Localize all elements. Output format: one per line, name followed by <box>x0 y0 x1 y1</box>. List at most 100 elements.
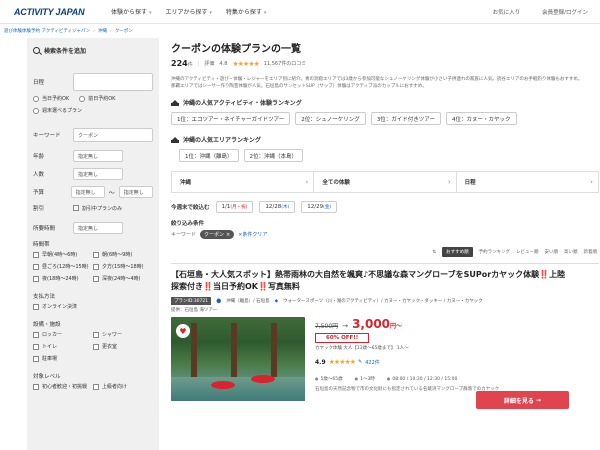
discount-checkbox[interactable]: 割引中プランのみ <box>73 205 122 212</box>
crown-icon <box>171 136 179 143</box>
ranking-item[interactable]: 2位：シュノーケリング <box>295 112 366 125</box>
login-link[interactable]: 会員登録/ログイン <box>542 8 588 16</box>
close-icon[interactable]: × <box>226 232 230 238</box>
rating-value: 4.8 <box>219 60 228 67</box>
time-label: 時間帯 <box>33 242 50 248</box>
keyword-input[interactable]: クーポン <box>73 128 153 142</box>
age-select[interactable]: 指定無し <box>73 150 123 162</box>
toilet-checkbox[interactable]: トイレ <box>33 343 93 350</box>
plan-card: 【石垣島・大人気スポット】熱帯雨林の大自然を颯爽♪不思議な森マングローブをSUP… <box>171 263 599 401</box>
changing-room-checkbox[interactable]: 更衣室 <box>93 343 153 350</box>
breadcrumb-separator: › <box>109 28 112 34</box>
weekend-radio[interactable]: 週末選べるプラン <box>33 107 153 114</box>
people-select[interactable]: 指定無し <box>73 168 123 180</box>
weekend-filter: 今週末で絞込む 1/1 (月・祝) 12/28 (木) 12/29 (金) <box>171 201 599 213</box>
main-content: クーポンの体験プランの一覧 224件 | 評価 4.8 ★★★★★ 11,567… <box>159 38 599 450</box>
chevron-right-icon: › <box>305 178 309 186</box>
plan-category[interactable]: ウォータースポーツ（川・湖のアクティビティ）/ カヌー・カヤック・ダッキー / … <box>283 298 483 304</box>
area-description: 沖縄のアクティビティ・遊び・体験・レジャーをエリア別に紹介。青の洞窟エリアでは3… <box>171 77 583 89</box>
price-unit: カヤック体験 大人【13歳〜65歳まで】 1人〜 <box>315 346 409 351</box>
area-ranking-title: 沖縄の人気エリアランキング <box>171 135 599 144</box>
result-count: 224 <box>171 59 188 68</box>
budget-max-select[interactable]: 指定無し <box>118 186 153 198</box>
sort-expensive[interactable]: 高い順 <box>564 249 578 255</box>
chevron-down-icon: ▾ <box>148 10 152 16</box>
nav-by-experience[interactable]: 体験から探す ▾ <box>111 7 151 16</box>
filter-sidebar: 検索条件を追加 日程 当日予約OK 前日予約OK 週末選べるプラン キーワード … <box>27 38 159 450</box>
sort-ranking[interactable]: 予約ランキング <box>479 249 510 255</box>
clear-filters-link[interactable]: ×条件クリア <box>238 231 267 238</box>
area-selector[interactable]: 沖縄 › <box>172 172 315 192</box>
people-filter: 人数 指定無し <box>33 168 153 180</box>
favorites-link[interactable]: お気に入り <box>493 8 521 16</box>
ranking-item[interactable]: 1位：エコツアー・ネイチャーガイドツアー <box>171 112 291 125</box>
time-latenight-checkbox[interactable]: 深夜(24時〜4時) <box>93 275 153 282</box>
date-chip-dec29[interactable]: 12/29 (金) <box>301 201 338 213</box>
ranking-item[interactable]: 4位：カヌー・カヤック <box>445 112 517 125</box>
plan-body: ♥ 7,500円 → 3,000円〜 60% OFF!! カヤック体験 大人【1… <box>171 317 599 401</box>
breadcrumb: 遊び体験体験予約 アクティビティジャパン › 沖縄 › クーポン <box>0 24 600 38</box>
prev-day-radio[interactable]: 前日予約OK <box>79 95 115 102</box>
date-selector[interactable]: 日程 › <box>457 172 598 192</box>
activity-ranking-list: 1位：エコツアー・ネイチャーガイドツアー 2位：シュノーケリング 3位：ガイド付… <box>171 112 599 125</box>
time-early-checkbox[interactable]: 早朝(4時〜6時) <box>33 251 93 258</box>
sale-price: 3,000円〜 <box>352 317 403 331</box>
category-tag-icon: ◆ <box>274 298 279 304</box>
sidebar-title: 検索条件を追加 <box>33 46 153 55</box>
nav-by-feature[interactable]: 特集から探す ▾ <box>226 7 266 16</box>
beginner-checkbox[interactable]: 初心者歓迎・初挑戦 <box>33 383 93 390</box>
page-title: クーポンの体験プランの一覧 <box>171 44 301 55</box>
parking-checkbox[interactable]: 駐車場 <box>33 355 93 362</box>
plan-details: 5歳〜65歳 1〜3時 08:00 / 10:30 / 12:30 / 15:0… <box>315 376 599 382</box>
favorite-heart-icon[interactable]: ♥ <box>176 324 190 338</box>
duration-select[interactable]: 指定無し <box>73 222 123 234</box>
breadcrumb-okinawa[interactable]: 沖縄 <box>98 28 107 34</box>
sort-review[interactable]: レビュー順 <box>516 249 539 255</box>
plan-title[interactable]: 【石垣島・大人気スポット】熱帯雨林の大自然を颯爽♪不思議な森マングローブをSUP… <box>171 269 571 293</box>
shower-checkbox[interactable]: シャワー <box>93 331 153 338</box>
locker-checkbox[interactable]: ロッカー <box>33 331 93 338</box>
site-logo[interactable]: ACTIVITY JAPAN <box>14 7 96 17</box>
age-filter: 年齢 指定無し <box>33 150 153 162</box>
advanced-checkbox[interactable]: 上級者向け <box>93 383 153 390</box>
ranking-item[interactable]: 3位：ガイド付きツアー <box>370 112 441 125</box>
chevron-right-icon: › <box>590 178 593 186</box>
breadcrumb-home[interactable]: 遊び体験体験予約 アクティビティジャパン <box>4 28 90 34</box>
plan-age: 5歳〜65歳 <box>315 376 343 382</box>
budget-min-select[interactable]: 指定無し <box>70 186 105 198</box>
review-link[interactable]: 422件 <box>365 359 380 366</box>
area-ranking-item[interactable]: 1位：沖縄（離島） <box>179 149 239 162</box>
price-row: 7,500円 → 3,000円〜 <box>315 317 599 331</box>
sort-new[interactable]: 新着順 <box>584 249 598 255</box>
time-night-checkbox[interactable]: 夜(18時〜24時) <box>33 275 93 282</box>
time-morning-checkbox[interactable]: 朝(6時〜9時) <box>93 251 153 258</box>
rating-stars-icon: ★★★★★ <box>232 59 259 68</box>
date-chip-dec28[interactable]: 12/28 (木) <box>259 201 296 213</box>
level-options: 初心者歓迎・初挑戦 上級者向け <box>33 383 153 390</box>
time-evening-checkbox[interactable]: 夕方(15時〜18時) <box>93 263 153 270</box>
arrow-right-icon: → <box>536 396 542 404</box>
nav-by-area[interactable]: エリアから探す ▾ <box>165 7 211 16</box>
breadcrumb-current: クーポン <box>114 29 133 34</box>
location-pin-icon: ⬤ <box>216 298 222 304</box>
date-chip-jan1[interactable]: 1/1 (月・祝) <box>215 201 254 213</box>
area-ranking-item[interactable]: 2位：沖縄（本島） <box>243 149 303 162</box>
time-noon-checkbox[interactable]: 昼ごろ(12時〜15時) <box>33 263 93 270</box>
sort-cheap[interactable]: 安い順 <box>545 249 559 255</box>
date-input[interactable] <box>73 73 153 91</box>
plan-location[interactable]: 沖縄（離島）/ 石垣島 <box>226 298 269 304</box>
discount-badge: 60% OFF!! <box>315 333 370 343</box>
original-price: 7,500円 <box>315 323 339 330</box>
online-payment-checkbox[interactable]: オンライン決済 <box>33 303 153 310</box>
keyword-chip[interactable]: クーポン × <box>200 230 235 239</box>
plan-photo[interactable]: ♥ <box>171 317 305 401</box>
plan-meta: プランID:30721 ⬤ 沖縄（離島）/ 石垣島 ◆ ウォータースポーツ（川・… <box>171 297 599 305</box>
date-options: 当日予約OK 前日予約OK <box>33 95 153 102</box>
same-day-radio[interactable]: 当日予約OK <box>33 95 69 102</box>
keyword-filter: キーワード クーポン <box>33 128 153 142</box>
search-icon <box>33 47 40 54</box>
details-button[interactable]: 詳細を見る → <box>476 391 569 409</box>
category-selector[interactable]: 全ての体験 › <box>314 172 457 192</box>
sort-recommended[interactable]: おすすめ順 <box>442 247 473 257</box>
plan-provider[interactable]: 提供：石垣島 海ツアー <box>171 307 599 313</box>
